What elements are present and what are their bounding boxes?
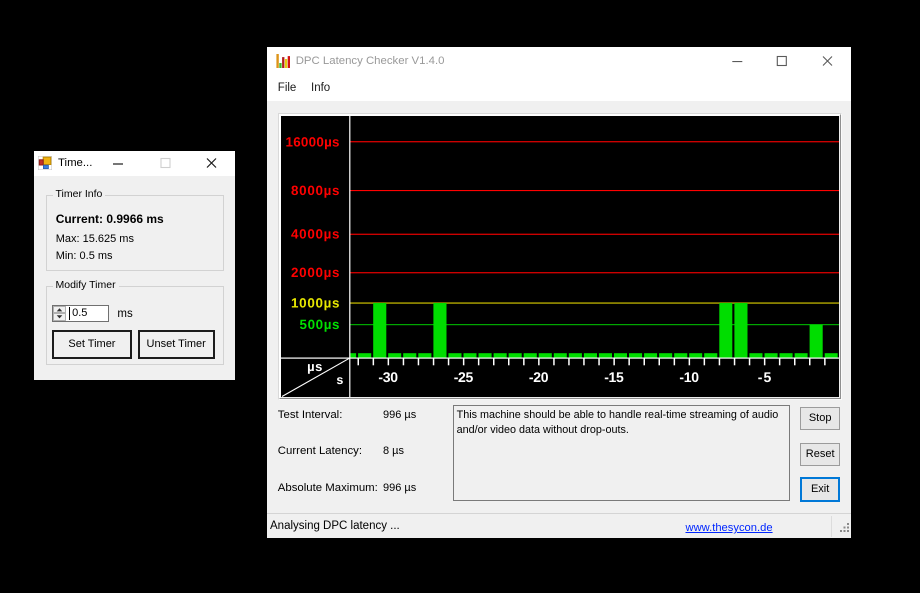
svg-text:4000µs: 4000µs xyxy=(291,226,340,241)
svg-text:-30: -30 xyxy=(378,369,398,385)
svg-text:1000µs: 1000µs xyxy=(291,295,340,310)
svg-text:s: s xyxy=(336,373,343,387)
svg-text:-25: -25 xyxy=(453,369,473,385)
svg-text:500µs: 500µs xyxy=(299,317,339,332)
svg-text:µs: µs xyxy=(307,359,323,374)
svg-text:-10: -10 xyxy=(679,369,699,385)
svg-text:16000µs: 16000µs xyxy=(285,134,339,149)
svg-text:2000µs: 2000µs xyxy=(291,265,340,280)
svg-text:8000µs: 8000µs xyxy=(291,183,340,198)
svg-text:-15: -15 xyxy=(604,369,624,385)
svg-text:-5: -5 xyxy=(757,369,771,385)
svg-text:-20: -20 xyxy=(528,369,548,385)
